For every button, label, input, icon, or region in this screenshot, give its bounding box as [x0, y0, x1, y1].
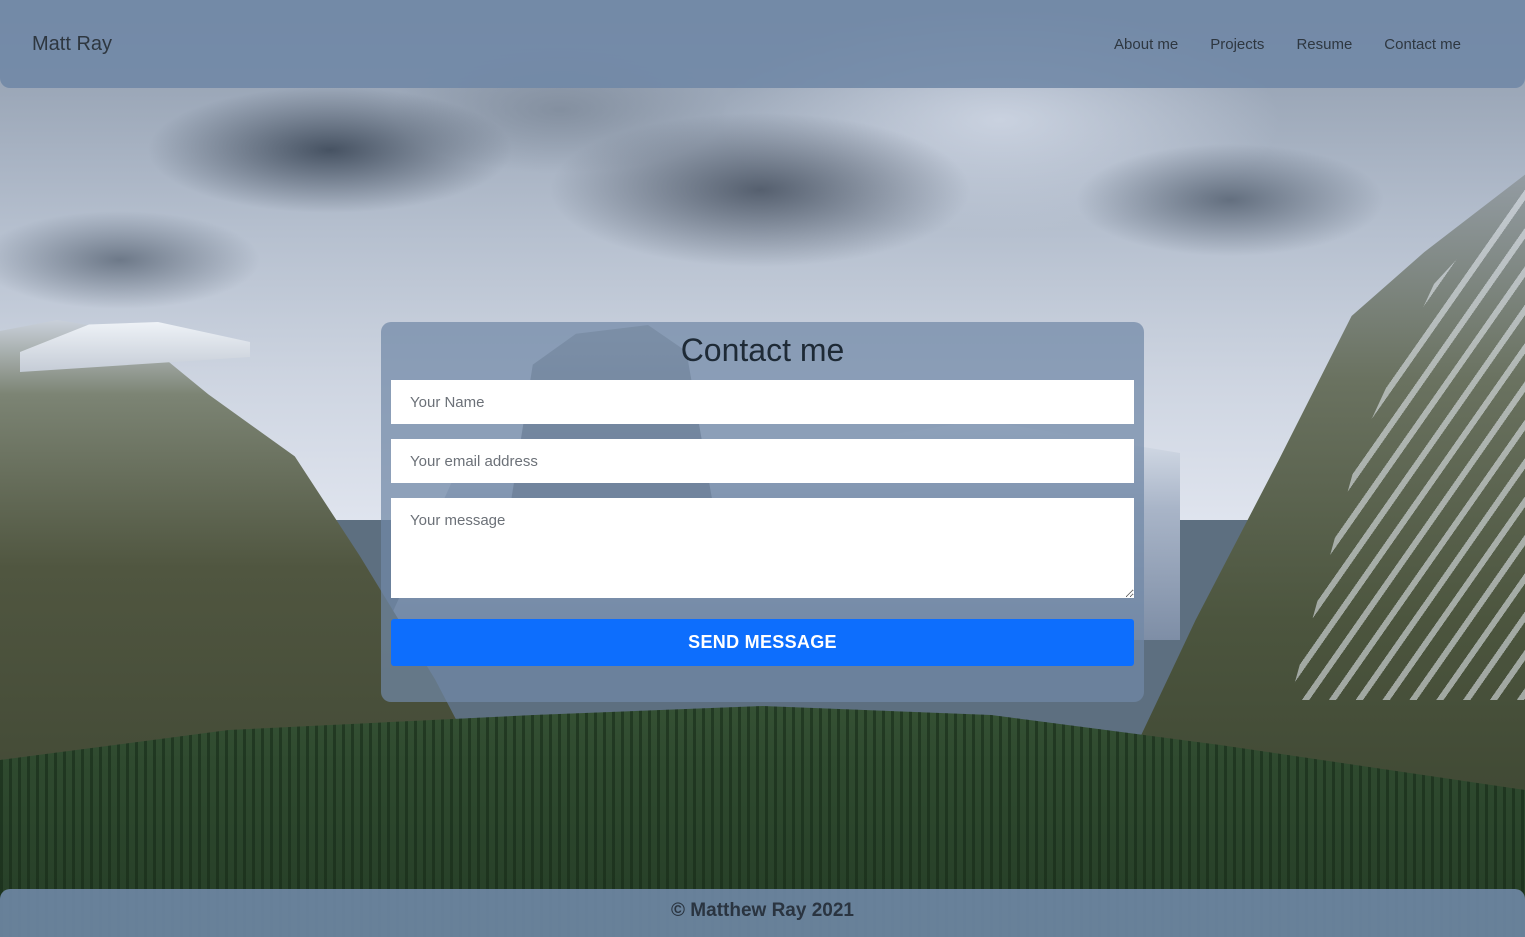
name-input[interactable] [391, 380, 1134, 424]
navbar: Matt Ray About me Projects Resume Contac… [0, 0, 1525, 88]
nav-about-link[interactable]: About me [1098, 36, 1194, 53]
nav-links: About me Projects Resume Contact me [1098, 36, 1477, 53]
nav-projects-link[interactable]: Projects [1194, 36, 1280, 53]
brand-link[interactable]: Matt Ray [32, 33, 112, 56]
nav-contact-link[interactable]: Contact me [1368, 36, 1477, 53]
footer: © Matthew Ray 2021 [0, 889, 1525, 937]
nav-resume-link[interactable]: Resume [1280, 36, 1368, 53]
contact-card: Contact me SEND MESSAGE [381, 322, 1144, 702]
send-message-button[interactable]: SEND MESSAGE [391, 619, 1134, 666]
contact-title: Contact me [680, 332, 845, 368]
message-textarea[interactable] [391, 498, 1134, 598]
email-input[interactable] [391, 439, 1134, 483]
footer-copyright: © Matthew Ray 2021 [671, 900, 854, 921]
